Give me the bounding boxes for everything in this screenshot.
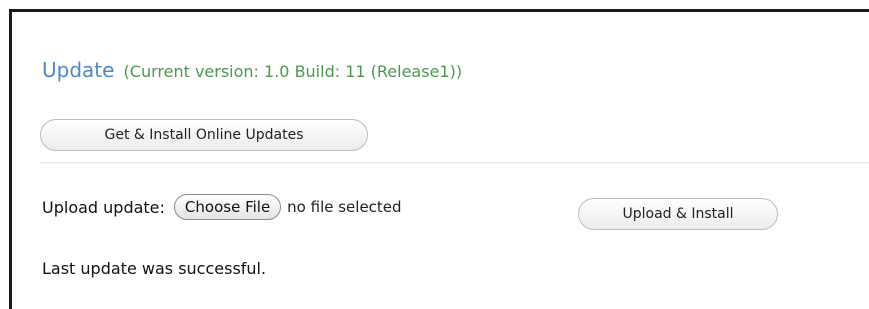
update-title: Update bbox=[42, 58, 115, 82]
update-panel: Update (Current version: 1.0 Build: 11 (… bbox=[9, 9, 869, 309]
get-install-online-updates-button[interactable]: Get & Install Online Updates bbox=[40, 119, 368, 151]
file-selection-status: no file selected bbox=[287, 198, 402, 216]
choose-file-button[interactable]: Choose File bbox=[173, 194, 282, 220]
upload-update-row: Upload update: Choose File no file selec… bbox=[42, 193, 402, 221]
section-divider bbox=[40, 162, 869, 163]
current-version-text: (Current version: 1.0 Build: 11 (Release… bbox=[123, 62, 463, 81]
upload-install-button[interactable]: Upload & Install bbox=[578, 198, 778, 230]
upload-update-label: Upload update: bbox=[42, 197, 165, 217]
last-update-status: Last update was successful. bbox=[42, 259, 267, 278]
page-title: Update (Current version: 1.0 Build: 11 (… bbox=[42, 58, 462, 82]
